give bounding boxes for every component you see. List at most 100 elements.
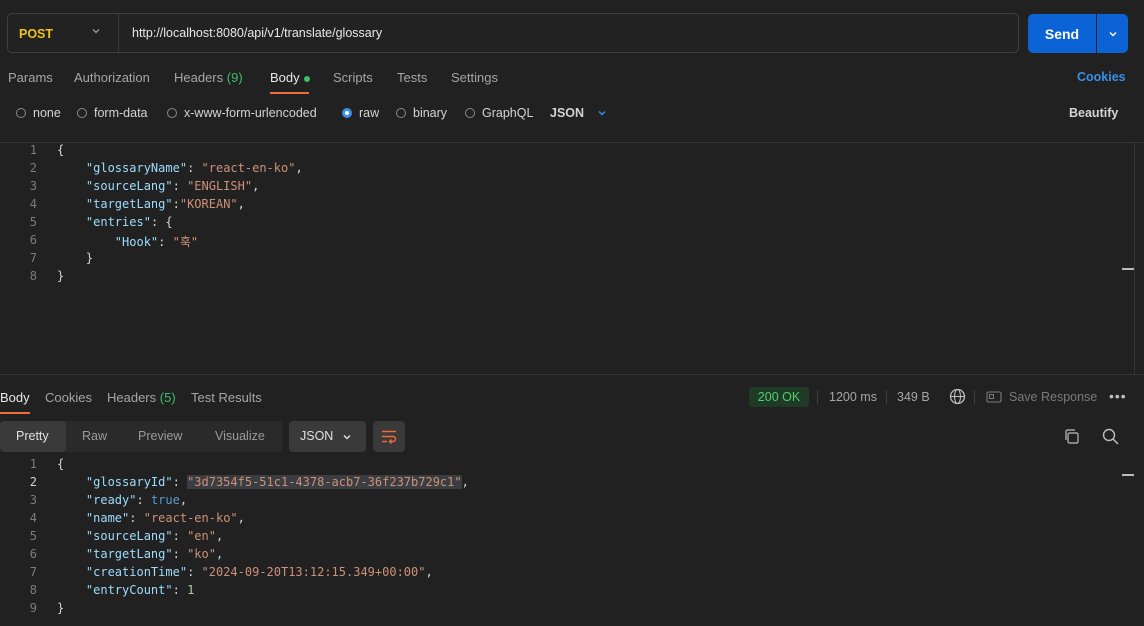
code-token: "ko" — [187, 547, 216, 561]
response-tab-headers[interactable]: Headers (5) — [107, 390, 176, 405]
tab-settings[interactable]: Settings — [451, 70, 498, 85]
body-format-chevron-icon — [598, 111, 606, 116]
line-number: 1 — [29, 143, 37, 157]
cookies-link[interactable]: Cookies — [1077, 70, 1126, 84]
line-number: 7 — [29, 251, 37, 265]
code-text: } — [57, 269, 64, 283]
code-token: : { — [150, 215, 173, 229]
send-options-chevron-icon[interactable] — [1097, 14, 1128, 53]
code-token: 1 — [187, 583, 195, 597]
code-text: "ready": true, — [57, 493, 187, 507]
code-text: "glossaryName": "react-en-ko", — [57, 161, 303, 175]
radio-form-data-label: form-data — [94, 106, 148, 120]
response-scroll-marker[interactable] — [1122, 474, 1134, 476]
line-number: 8 — [29, 269, 37, 283]
code-text: "creationTime": "2024-09-20T13:12:15.349… — [57, 565, 433, 579]
code-text: } — [57, 601, 64, 615]
response-format-chevron-icon — [343, 435, 351, 440]
code-text: "targetLang": "ko", — [57, 547, 223, 561]
code-token: , — [295, 161, 303, 175]
code-token: , — [215, 529, 224, 543]
view-preview[interactable]: Preview — [138, 429, 182, 443]
line-number: 3 — [29, 493, 37, 507]
tab-headers-count: (9) — [226, 70, 243, 85]
code-token: , — [179, 493, 188, 507]
code-token: "KOREAN" — [179, 197, 238, 211]
radio-form-data-icon — [77, 108, 87, 118]
wrap-lines-icon — [382, 430, 397, 444]
radio-graphql[interactable]: GraphQL — [465, 106, 533, 120]
radio-urlencoded-label: x-www-form-urlencoded — [184, 106, 317, 120]
code-text: "sourceLang": "en", — [57, 529, 223, 543]
tab-params[interactable]: Params — [8, 70, 53, 85]
line-number: 7 — [29, 565, 37, 579]
code-token: "name" — [85, 511, 130, 525]
code-token: "3d7354f5-51c1-4378-acb7-36f237b729c1" — [187, 475, 462, 489]
tab-scripts[interactable]: Scripts — [333, 70, 373, 85]
code-token: : — [129, 511, 144, 525]
code-token: } — [57, 601, 65, 615]
search-icon[interactable] — [1102, 428, 1119, 448]
radio-urlencoded[interactable]: x-www-form-urlencoded — [167, 106, 317, 120]
copy-icon[interactable] — [1063, 428, 1080, 448]
globe-icon[interactable] — [949, 388, 966, 408]
view-raw[interactable]: Raw — [82, 429, 107, 443]
response-tab-test-results[interactable]: Test Results — [191, 390, 262, 405]
code-token: "훅" — [172, 235, 199, 249]
code-token: : — [172, 179, 188, 193]
beautify-button[interactable]: Beautify — [1069, 106, 1118, 120]
tab-headers[interactable]: Headers (9) — [174, 70, 243, 85]
response-tab-body[interactable]: Body — [0, 390, 30, 405]
response-tab-cookies[interactable]: Cookies — [45, 390, 92, 405]
code-token: : — [187, 565, 202, 579]
radio-form-data[interactable]: form-data — [77, 106, 148, 120]
code-token: "glossaryName" — [85, 161, 188, 175]
code-token: "ready" — [85, 493, 137, 507]
tab-authorization[interactable]: Authorization — [74, 70, 150, 85]
body-modified-dot-icon — [303, 75, 310, 82]
radio-raw-selected-icon — [342, 108, 352, 118]
view-visualize[interactable]: Visualize — [215, 429, 265, 443]
view-pretty[interactable]: Pretty — [16, 429, 49, 443]
more-options-icon[interactable]: ••• — [1109, 388, 1127, 404]
tab-tests[interactable]: Tests — [397, 70, 427, 85]
code-text: "entries": { — [57, 215, 173, 229]
code-token: "entries" — [85, 215, 151, 229]
wrap-lines-button[interactable] — [373, 421, 405, 452]
radio-raw[interactable]: raw — [342, 106, 379, 120]
code-token: : — [172, 583, 188, 597]
code-text: "targetLang":"KOREAN", — [57, 197, 245, 211]
body-format-select[interactable]: JSON — [550, 106, 608, 120]
send-button[interactable]: Send — [1028, 14, 1096, 53]
line-number: 1 — [29, 457, 37, 471]
code-token: "glossaryId" — [85, 475, 173, 489]
radio-urlencoded-icon — [167, 108, 177, 118]
url-divider — [118, 14, 119, 52]
method-select[interactable]: POST — [19, 27, 53, 41]
radio-binary[interactable]: binary — [396, 106, 447, 120]
code-text: { — [57, 457, 64, 471]
editor-scroll-marker[interactable] — [1122, 268, 1134, 270]
code-text: } — [57, 251, 93, 265]
code-token: "react-en-ko" — [201, 161, 296, 175]
response-tab-headers-count: (5) — [159, 390, 176, 405]
radio-raw-label: raw — [359, 106, 380, 120]
response-tab-body-underline — [0, 412, 30, 414]
url-input[interactable]: http://localhost:8080/api/v1/translate/g… — [132, 26, 382, 40]
status-badge: 200 OK — [749, 387, 809, 407]
response-format-select[interactable]: JSON — [289, 421, 366, 452]
code-text: "sourceLang": "ENGLISH", — [57, 179, 259, 193]
code-token: "react-en-ko" — [143, 511, 238, 525]
radio-none-label: none — [33, 106, 61, 120]
code-token: : — [172, 197, 180, 211]
code-token: "2024-09-20T13:12:15.349+00:00" — [201, 565, 426, 579]
method-chevron-down-icon[interactable] — [90, 25, 102, 40]
url-bar: POST http://localhost:8080/api/v1/transl… — [7, 13, 1019, 53]
line-number: 4 — [29, 197, 37, 211]
tab-body[interactable]: Body — [270, 70, 310, 85]
save-response-button[interactable]: Save Response — [986, 390, 1097, 404]
code-token: : — [158, 235, 173, 249]
radio-none[interactable]: none — [16, 106, 61, 120]
code-token: "en" — [187, 529, 216, 543]
code-text: "glossaryId": "3d7354f5-51c1-4378-acb7-3… — [57, 475, 469, 489]
